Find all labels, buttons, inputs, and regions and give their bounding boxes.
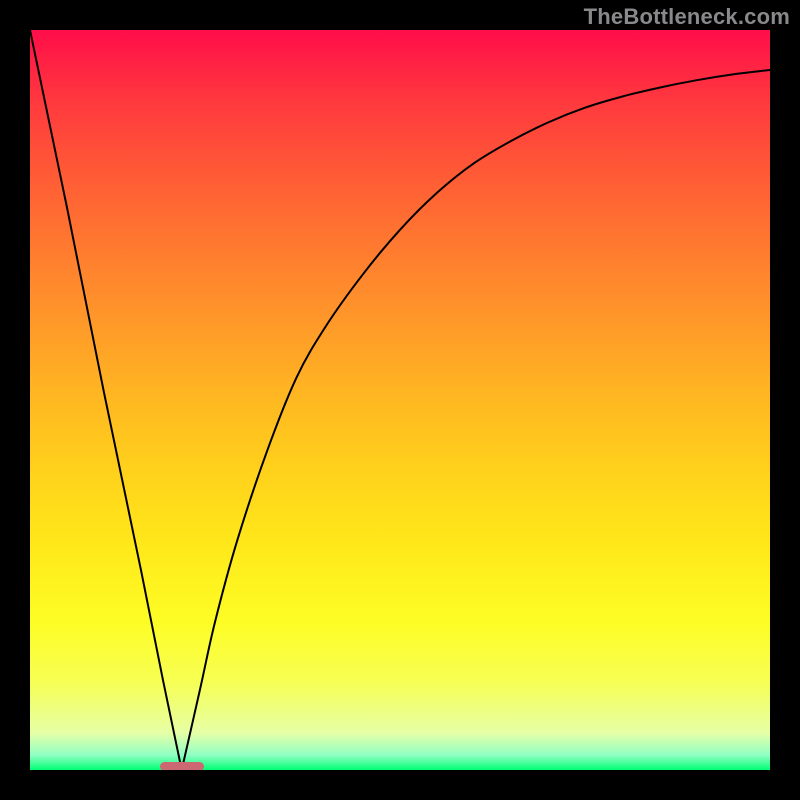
bottleneck-curve [30, 30, 770, 770]
optimal-range-marker [160, 762, 204, 770]
chart-frame: TheBottleneck.com [0, 0, 800, 800]
watermark-text: TheBottleneck.com [584, 4, 790, 30]
plot-area [30, 30, 770, 770]
